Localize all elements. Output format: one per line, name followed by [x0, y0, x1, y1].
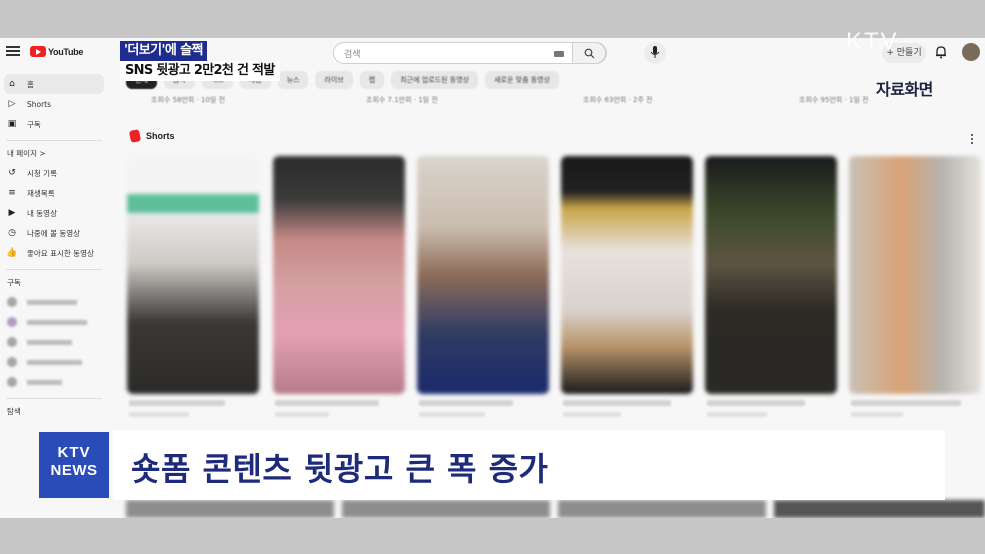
- my-videos-icon: ▶: [8, 208, 16, 218]
- sidebar-item-label: 좋아요 표시한 동영상: [27, 248, 94, 258]
- short-thumbnail[interactable]: [273, 156, 405, 394]
- shorts-icon: ▷: [8, 99, 16, 109]
- logo-text: YouTube: [48, 46, 84, 57]
- search-box[interactable]: 검색: [333, 42, 607, 64]
- liked-icon: 👍: [6, 248, 18, 258]
- sidebar-item-label: 홈: [27, 79, 34, 89]
- chip[interactable]: 랩: [359, 71, 385, 89]
- search-button[interactable]: [572, 42, 606, 64]
- avatar[interactable]: [962, 43, 980, 61]
- video-thumbnail[interactable]: [126, 500, 334, 518]
- short-caption: [275, 400, 379, 406]
- chip[interactable]: 뉴스: [277, 71, 309, 89]
- sidebar-section-explore: 탐색: [7, 407, 21, 416]
- play-logo-icon: [30, 46, 46, 57]
- video-thumbnail[interactable]: [342, 500, 550, 518]
- subscriptions-icon: ▣: [7, 119, 17, 129]
- sidebar-item-label: 시청 기록: [27, 168, 57, 178]
- youtube-logo[interactable]: YouTube: [30, 46, 83, 57]
- short-thumbnail[interactable]: [849, 156, 981, 394]
- subscription-list: [0, 292, 108, 392]
- sidebar-item-label: Shorts: [27, 99, 52, 109]
- short-thumbnail[interactable]: [705, 156, 837, 394]
- short-views: [563, 412, 621, 417]
- sidebar-item-label: 구독: [27, 119, 41, 129]
- playlist-icon: ≡: [8, 188, 16, 198]
- sidebar-channel[interactable]: [0, 332, 108, 352]
- short-caption: [419, 400, 513, 406]
- shorts-icon: [128, 129, 142, 143]
- watch-later-icon: ◷: [8, 228, 16, 238]
- sidebar-channel[interactable]: [0, 292, 108, 312]
- news-logo-line1: KTV: [57, 444, 91, 461]
- video-meta: 조회수 95만회 · 1일 전: [799, 96, 869, 104]
- sidebar-item-subscriptions[interactable]: ▣ 구독: [0, 114, 108, 134]
- search-input[interactable]: 검색: [344, 47, 361, 60]
- shorts-title: Shorts: [146, 131, 175, 141]
- channel-avatar: [7, 337, 17, 347]
- sidebar-channel[interactable]: [0, 312, 108, 332]
- sidebar-section-you[interactable]: 내 페이지 >: [0, 141, 108, 163]
- short-views: [851, 412, 903, 417]
- short-caption: [129, 400, 225, 406]
- archive-footage-label: 자료화면: [876, 80, 933, 99]
- home-icon: ⌂: [9, 79, 15, 89]
- keyboard-icon[interactable]: [554, 51, 564, 57]
- voice-search-button[interactable]: [644, 42, 666, 64]
- sidebar-section-subscriptions: 구독: [7, 278, 21, 287]
- shorts-header: Shorts: [128, 129, 175, 143]
- history-icon: ↺: [8, 168, 16, 178]
- video-meta: 조회수 7.1만회 · 1일 전: [366, 96, 438, 104]
- menu-icon[interactable]: [6, 46, 20, 56]
- chip[interactable]: 라이브: [315, 71, 353, 89]
- sidebar-item-shorts[interactable]: ▷ Shorts: [0, 94, 108, 114]
- short-caption: [563, 400, 671, 406]
- ktv-news-logo: KTV NEWS: [39, 432, 109, 498]
- short-views: [129, 412, 189, 417]
- chip[interactable]: 새로운 맞춤 동영상: [485, 71, 560, 89]
- channel-avatar: [7, 357, 17, 367]
- headline-text: 숏폼 콘텐츠 뒷광고 큰 폭 증가: [131, 450, 549, 488]
- sidebar-item-watch-later[interactable]: ◷ 나중에 볼 동영상: [0, 223, 108, 243]
- chip[interactable]: 최근에 업로드된 동영상: [391, 71, 479, 89]
- sidebar-item-history[interactable]: ↺ 시청 기록: [0, 163, 108, 183]
- search-icon: [584, 48, 595, 59]
- short-thumbnail[interactable]: [127, 156, 259, 394]
- sidebar-item-liked[interactable]: 👍 좋아요 표시한 동영상: [0, 243, 108, 263]
- video-meta: 조회수 58만회 · 10일 전: [151, 96, 226, 104]
- short-thumbnail[interactable]: [561, 156, 693, 394]
- sidebar-item-label: 재생목록: [27, 188, 55, 198]
- news-logo-line2: NEWS: [50, 462, 98, 479]
- channel-avatar: [7, 377, 17, 387]
- sidebar-item-label: 나중에 볼 동영상: [27, 228, 81, 238]
- short-views: [419, 412, 485, 417]
- sidebar-item-my-videos[interactable]: ▶ 내 동영상: [0, 203, 108, 223]
- segment-tag: '더보기'에 슬쩍: [120, 41, 207, 61]
- ktv-watermark: KTV: [846, 28, 899, 55]
- short-thumbnail[interactable]: [417, 156, 549, 394]
- headline-bar: 숏폼 콘텐츠 뒷광고 큰 폭 증가: [113, 430, 945, 500]
- sidebar-item-label: 내 동영상: [27, 208, 57, 218]
- sidebar-channel[interactable]: [0, 372, 108, 392]
- sidebar-item-home[interactable]: ⌂ 홈: [4, 74, 104, 94]
- channel-avatar: [7, 317, 17, 327]
- video-frame: YouTube 검색 + 만들기 전체 음악 믹스 게임 뉴스 라이브 랩: [0, 0, 985, 554]
- more-icon[interactable]: [971, 134, 974, 146]
- channel-avatar: [7, 297, 17, 307]
- sidebar-channel[interactable]: [0, 352, 108, 372]
- short-views: [275, 412, 329, 417]
- video-meta: 조회수 63만회 · 2주 전: [583, 96, 653, 104]
- video-thumbnail[interactable]: [558, 500, 766, 518]
- video-thumbnail[interactable]: [774, 500, 985, 518]
- sidebar-item-playlists[interactable]: ≡ 재생목록: [0, 183, 108, 203]
- short-caption: [707, 400, 805, 406]
- bell-icon[interactable]: [935, 45, 947, 59]
- short-caption: [851, 400, 961, 406]
- mic-icon: [650, 46, 660, 58]
- short-views: [707, 412, 767, 417]
- segment-subtitle: SNS 뒷광고 2만2천 건 적발: [120, 61, 280, 81]
